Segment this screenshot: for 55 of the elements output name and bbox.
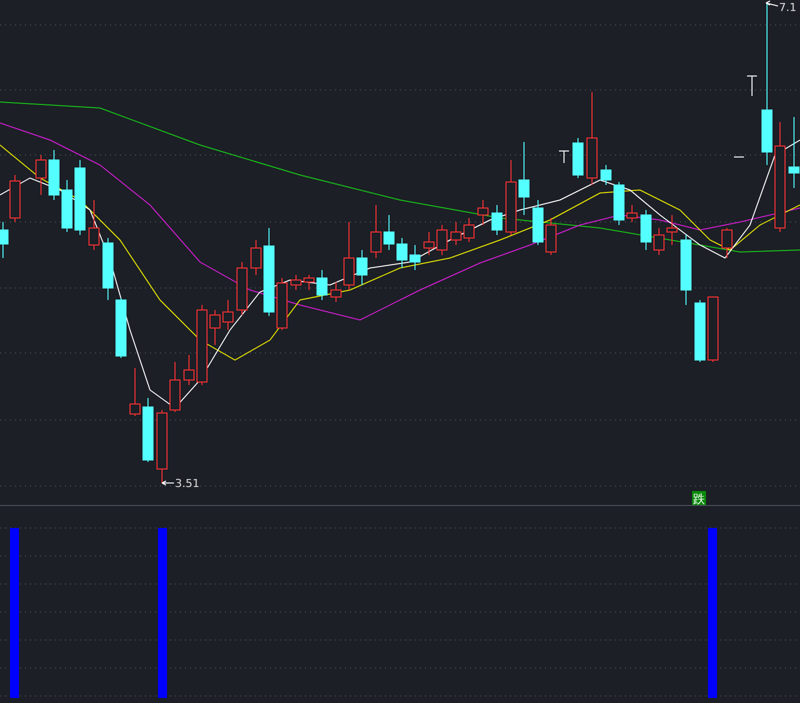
t-mark-icon xyxy=(558,150,570,164)
arrow-icon xyxy=(766,0,778,6)
candlestick xyxy=(62,180,72,232)
candlestick xyxy=(222,300,234,330)
candlestick xyxy=(654,228,664,256)
candlestick xyxy=(130,368,140,416)
candlestick xyxy=(142,398,154,462)
candlestick xyxy=(384,214,394,250)
candlestick xyxy=(36,154,46,196)
candlestick xyxy=(788,116,800,188)
candlestick xyxy=(304,274,314,290)
candlestick xyxy=(290,274,302,290)
candlestick xyxy=(356,250,368,286)
candlestick xyxy=(88,200,100,250)
candlestick xyxy=(572,138,584,178)
candlestick xyxy=(694,300,706,362)
candlestick xyxy=(236,262,248,316)
candlestick xyxy=(396,238,408,268)
candlestick xyxy=(0,222,8,258)
dash-mark xyxy=(734,156,744,158)
arrow-icon xyxy=(162,480,174,486)
candlestick xyxy=(102,238,114,300)
candlestick xyxy=(532,200,544,246)
candlestick xyxy=(250,240,262,276)
candlestick xyxy=(600,164,612,186)
candlestick xyxy=(10,174,20,222)
candlestick xyxy=(640,210,652,250)
low-price-label: 3.51 xyxy=(175,477,200,490)
candlestick xyxy=(478,200,488,226)
candlestick xyxy=(450,222,462,246)
candlestick xyxy=(680,234,692,306)
candlestick xyxy=(370,204,382,258)
t-mark-icon xyxy=(746,76,758,96)
candlestick xyxy=(116,298,126,358)
candlestick xyxy=(316,270,328,300)
high-price-label: 7.1 xyxy=(779,1,796,14)
candlestick xyxy=(344,222,354,290)
candlestick xyxy=(614,182,624,226)
candlestick xyxy=(48,150,60,200)
candlestick xyxy=(722,228,732,258)
candlestick xyxy=(424,232,434,256)
candlestick xyxy=(492,204,502,236)
signal-label: 跌 xyxy=(692,491,706,506)
candlestick xyxy=(626,204,638,222)
candlestick xyxy=(464,218,474,242)
candlestick xyxy=(708,296,718,362)
candlestick xyxy=(330,282,342,302)
candlestick xyxy=(276,278,288,330)
candlestick xyxy=(184,354,194,386)
candlestick xyxy=(436,224,448,256)
candlestick xyxy=(546,218,556,256)
candlestick xyxy=(410,244,420,270)
candlestick xyxy=(210,310,220,346)
candlestick xyxy=(170,362,180,412)
candlestick xyxy=(666,214,678,246)
